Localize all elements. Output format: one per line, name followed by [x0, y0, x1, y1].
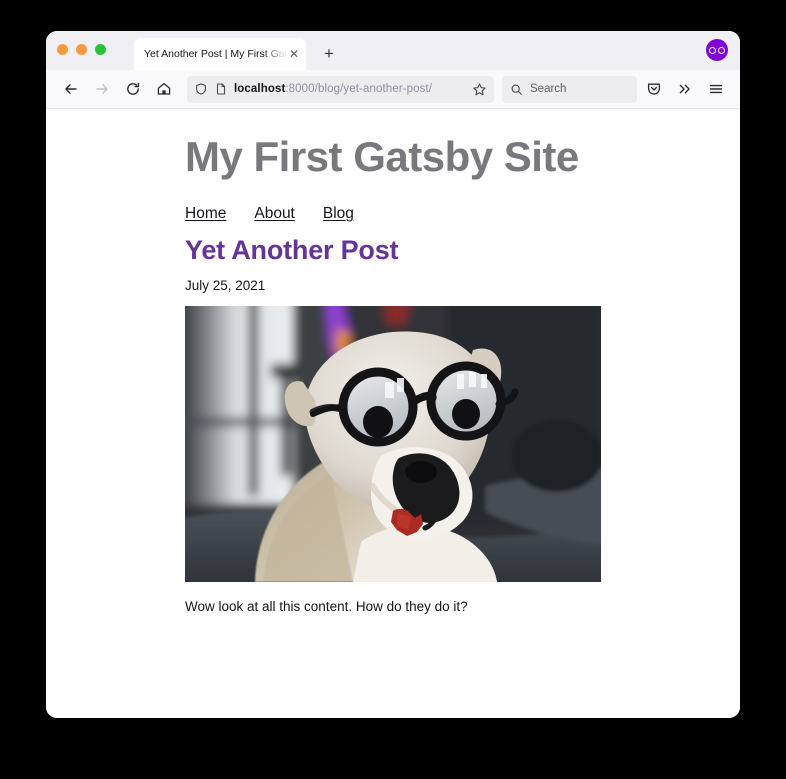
- dog-with-glasses-photo: [185, 306, 601, 583]
- tab-strip: Yet Another Post | My First Gatsby S ✕ +: [46, 31, 740, 70]
- page-content: My First Gatsby Site Home About Blog Yet…: [46, 109, 740, 718]
- page-container: My First Gatsby Site Home About Blog Yet…: [46, 133, 740, 614]
- pocket-icon[interactable]: [639, 75, 668, 104]
- hamburger-menu-icon[interactable]: [701, 75, 730, 104]
- new-tab-button[interactable]: +: [315, 39, 343, 67]
- url-path: :8000/blog/yet-another-post/: [285, 83, 433, 95]
- reload-icon[interactable]: [118, 75, 147, 104]
- nav-link-blog[interactable]: Blog: [323, 205, 354, 223]
- account-avatar-icon[interactable]: [706, 39, 728, 61]
- nav-link-about[interactable]: About: [254, 205, 295, 223]
- post-image: [185, 306, 601, 583]
- browser-tab-active[interactable]: Yet Another Post | My First Gatsby S ✕: [134, 38, 306, 70]
- search-icon: [510, 83, 523, 96]
- forward-arrow-icon: [87, 75, 116, 104]
- back-arrow-icon[interactable]: [56, 75, 85, 104]
- url-bar[interactable]: localhost:8000/blog/yet-another-post/: [187, 75, 494, 103]
- avatar-eye-right: [718, 46, 725, 54]
- window-close-button[interactable]: [57, 44, 68, 55]
- window-minimize-button[interactable]: [76, 44, 87, 55]
- search-placeholder: Search: [530, 83, 567, 95]
- page-title: My First Gatsby Site: [185, 133, 579, 180]
- star-icon[interactable]: [472, 82, 487, 97]
- nav-link-home[interactable]: Home: [185, 205, 226, 223]
- window-controls: [57, 44, 106, 55]
- post-title: Yet Another Post: [185, 235, 399, 266]
- url-text[interactable]: localhost:8000/blog/yet-another-post/: [234, 83, 466, 95]
- site-navigation: Home About Blog: [185, 205, 700, 223]
- page-info-icon[interactable]: [214, 82, 228, 96]
- window-zoom-button[interactable]: [95, 44, 106, 55]
- shield-icon[interactable]: [194, 82, 208, 96]
- search-input[interactable]: Search: [502, 75, 637, 103]
- tab-list: Yet Another Post | My First Gatsby S ✕ +: [134, 31, 343, 70]
- double-chevron-icon[interactable]: [670, 75, 699, 104]
- home-icon[interactable]: [149, 75, 178, 104]
- url-host: localhost: [234, 83, 286, 95]
- tab-close-icon[interactable]: ✕: [286, 46, 302, 62]
- browser-window: Yet Another Post | My First Gatsby S ✕ +: [46, 31, 740, 718]
- tab-title: Yet Another Post | My First Gatsby S: [144, 48, 286, 60]
- avatar-eye-left: [709, 46, 716, 54]
- navigation-toolbar: localhost:8000/blog/yet-another-post/ Se…: [46, 70, 740, 109]
- post-date: July 25, 2021: [185, 278, 266, 294]
- post-body-text: Wow look at all this content. How do the…: [185, 599, 468, 615]
